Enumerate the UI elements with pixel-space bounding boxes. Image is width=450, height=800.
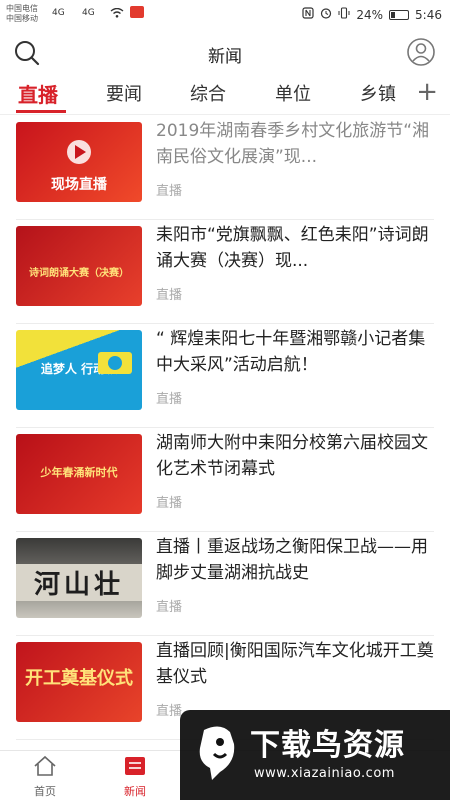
vibrate-icon (338, 7, 350, 22)
watermark-overlay: 下载鸟资源 www.xiazainiao.com (180, 710, 450, 800)
watermark-url: www.xiazainiao.com (254, 766, 395, 781)
news-title: 直播丨重返战场之衡阳保卫战——用脚步丈量湖湘抗战史 (156, 537, 428, 583)
tab-headlines[interactable]: 要闻 (106, 80, 142, 106)
user-icon (407, 38, 435, 66)
category-tabs: 直播 要闻 综合 单位 乡镇 + (0, 76, 450, 116)
news-thumbnail: 开工奠基仪式 (16, 642, 142, 722)
nfc-icon (302, 7, 314, 22)
thumbnail-caption: 诗词朗诵大赛（决赛） (29, 268, 129, 279)
alarm-icon (320, 7, 332, 22)
battery-percent: 24% (356, 7, 384, 22)
news-title: 2019年湖南春季乡村文化旅游节“湘南民俗文化展演”现... (156, 121, 430, 167)
home-icon (34, 755, 56, 776)
news-tag: 直播 (156, 600, 183, 615)
signal-2-icon: 4G (82, 8, 95, 18)
nav-home[interactable]: 首页 (10, 755, 80, 799)
news-tag: 直播 (156, 288, 183, 303)
carrier-labels: 中国电信 中国移动 (6, 4, 38, 24)
thumbnail-caption: 河山壮 (16, 564, 142, 601)
news-title: “ 辉煌耒阳七十年暨湘鄂赣小记者集中大采风”活动启航！ (156, 329, 426, 375)
tab-towns[interactable]: 乡镇 (360, 80, 396, 106)
watermark-name: 下载鸟资源 (250, 728, 405, 763)
news-tag: 直播 (156, 704, 183, 719)
wifi-icon (110, 7, 124, 21)
news-tag: 直播 (156, 496, 183, 511)
news-item[interactable]: 河山壮 直播丨重返战场之衡阳保卫战——用脚步丈量湖湘抗战史 直播 (16, 532, 434, 636)
page-title: 新闻 (208, 47, 242, 67)
news-item[interactable]: 追梦人 行动派 “ 辉煌耒阳七十年暨湘鄂赣小记者集中大采风”活动启航！ 直播 (16, 324, 434, 428)
news-item[interactable]: 现场直播 2019年湖南春季乡村文化旅游节“湘南民俗文化展演”现... 直播 (16, 116, 434, 220)
news-thumbnail: 河山壮 (16, 538, 142, 618)
tab-general[interactable]: 综合 (190, 80, 226, 106)
app-header: 新闻 (0, 30, 450, 74)
user-profile-button[interactable] (406, 37, 436, 67)
nav-home-label: 首页 (34, 785, 56, 798)
bird-logo-icon (199, 726, 235, 780)
status-right: 24% 5:46 (302, 7, 442, 22)
news-item[interactable]: 诗词朗诵大赛（决赛） 耒阳市“党旗飘飘、红色耒阳”诗词朗诵大赛（决赛）现... … (16, 220, 434, 324)
app-notification-icon (130, 6, 144, 21)
thumbnail-caption: 开工奠基仪式 (25, 668, 133, 689)
news-title: 直播回顾|衡阳国际汽车文化城开工奠基仪式 (156, 641, 434, 687)
news-icon (125, 757, 145, 775)
nav-news-label: 新闻 (124, 785, 146, 798)
news-title: 湖南师大附中耒阳分校第六届校园文化艺术节闭幕式 (156, 433, 428, 479)
news-tag: 直播 (156, 392, 183, 407)
news-thumbnail: 诗词朗诵大赛（决赛） (16, 226, 142, 306)
thumbnail-caption: 现场直播 (51, 177, 107, 193)
tabs-divider (0, 114, 450, 115)
news-item[interactable]: 少年春涌新时代 湖南师大附中耒阳分校第六届校园文化艺术节闭幕式 直播 (16, 428, 434, 532)
news-thumbnail: 少年春涌新时代 (16, 434, 142, 514)
clock-time: 5:46 (415, 7, 442, 22)
news-thumbnail: 追梦人 行动派 (16, 330, 142, 410)
tab-live[interactable]: 直播 (18, 79, 58, 108)
news-thumbnail: 现场直播 (16, 122, 142, 202)
news-title: 耒阳市“党旗飘飘、红色耒阳”诗词朗诵大赛（决赛）现... (156, 225, 429, 271)
news-tag: 直播 (156, 184, 183, 199)
nav-news[interactable]: 新闻 (100, 755, 170, 799)
carrier-1: 中国电信 (6, 4, 38, 13)
status-bar: 中国电信 中国移动 4G 4G 24% 5:46 (0, 0, 450, 30)
carrier-2: 中国移动 (6, 14, 38, 23)
active-tab-indicator (16, 110, 66, 113)
battery-icon (389, 9, 410, 20)
signal-1-icon: 4G (52, 8, 65, 18)
thumbnail-caption: 少年春涌新时代 (40, 466, 118, 479)
camera-icon (98, 352, 132, 374)
add-tab-button[interactable]: + (416, 78, 438, 106)
news-list: 现场直播 2019年湖南春季乡村文化旅游节“湘南民俗文化展演”现... 直播 诗… (0, 116, 450, 750)
tab-units[interactable]: 单位 (275, 80, 311, 106)
